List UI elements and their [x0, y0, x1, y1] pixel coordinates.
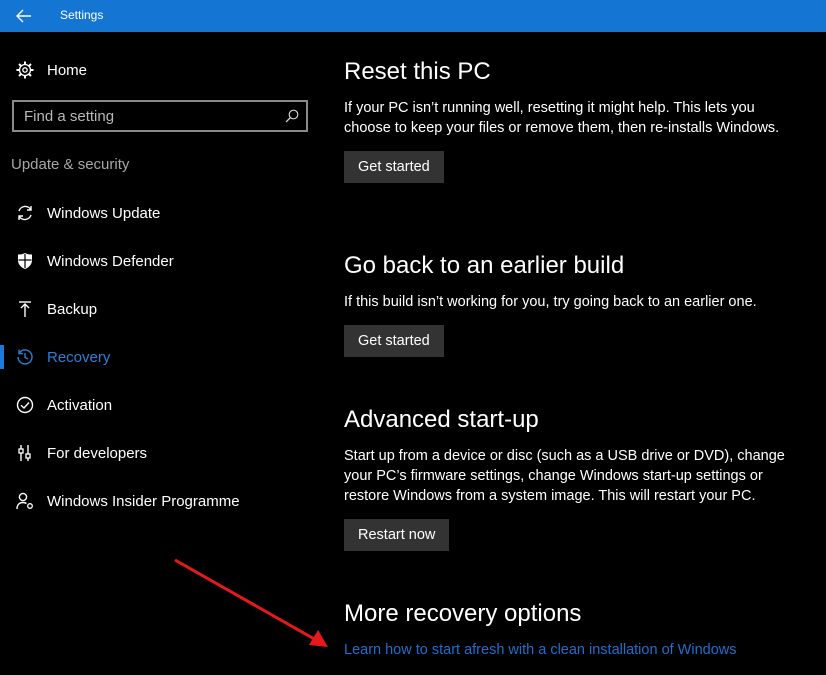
search-icon[interactable]	[278, 102, 306, 130]
gear-icon	[14, 59, 36, 81]
back-button[interactable]	[0, 0, 48, 32]
sidebar-item-for-developers[interactable]: For developers	[0, 429, 320, 477]
go-back-description: If this build isn’t working for you, try…	[344, 294, 757, 310]
title-bar: Settings	[0, 0, 826, 32]
sidebar-item-label: Recovery	[47, 348, 111, 366]
sidebar-item-label: Activation	[47, 396, 113, 414]
sidebar-item-recovery[interactable]: Recovery	[0, 333, 320, 381]
sidebar-item-label: For developers	[47, 444, 148, 462]
go-back-section: Go back to an earlier build If this buil…	[344, 251, 804, 357]
more-recovery-section: More recovery options Learn how to start…	[344, 599, 814, 658]
sidebar-item-windows-defender[interactable]: Windows Defender	[0, 237, 320, 285]
sidebar-item-backup[interactable]: Backup	[0, 285, 320, 333]
active-indicator	[0, 345, 4, 369]
nav-home[interactable]: Home	[0, 52, 320, 88]
section-heading: Update & security	[11, 156, 130, 173]
reset-section: Reset this PC If your PC isn’t running w…	[344, 57, 804, 183]
sidebar-item-activation[interactable]: Activation	[0, 381, 320, 429]
nav-list: Windows Update Windows Defender Backup R…	[0, 189, 320, 525]
sync-icon	[14, 202, 36, 224]
go-back-get-started-button[interactable]: Get started	[344, 325, 444, 357]
sidebar: Home Update & security Windows Update	[0, 32, 320, 675]
restart-now-button[interactable]: Restart now	[344, 519, 450, 551]
reset-title: Reset this PC	[344, 58, 491, 85]
advanced-startup-section: Advanced start-up Start up from a device…	[344, 405, 804, 551]
search-input[interactable]	[14, 102, 278, 130]
sidebar-item-windows-insider[interactable]: Windows Insider Programme	[0, 477, 320, 525]
upload-icon	[14, 298, 36, 320]
clean-install-link[interactable]: Learn how to start afresh with a clean i…	[344, 642, 814, 658]
history-icon	[14, 346, 36, 368]
reset-get-started-button[interactable]: Get started	[344, 151, 444, 183]
more-recovery-title: More recovery options	[344, 600, 582, 627]
search-box[interactable]	[12, 100, 308, 132]
sidebar-item-label: Windows Defender	[47, 252, 174, 270]
go-back-title: Go back to an earlier build	[344, 252, 625, 279]
window-title: Settings	[60, 8, 104, 22]
sidebar-item-label: Backup	[47, 300, 98, 318]
shield-icon	[14, 250, 36, 272]
advanced-startup-description: Start up from a device or disc (such as …	[344, 448, 785, 504]
developer-tools-icon	[14, 442, 36, 464]
check-circle-icon	[14, 394, 36, 416]
nav-home-label: Home	[47, 61, 88, 79]
sidebar-item-windows-update[interactable]: Windows Update	[0, 189, 320, 237]
sidebar-item-label: Windows Insider Programme	[47, 492, 240, 510]
advanced-startup-title: Advanced start-up	[344, 406, 539, 433]
back-arrow-icon	[16, 9, 31, 23]
sidebar-item-label: Windows Update	[47, 204, 161, 222]
person-settings-icon	[14, 490, 36, 512]
reset-description: If your PC isn’t running well, resetting…	[344, 100, 780, 136]
